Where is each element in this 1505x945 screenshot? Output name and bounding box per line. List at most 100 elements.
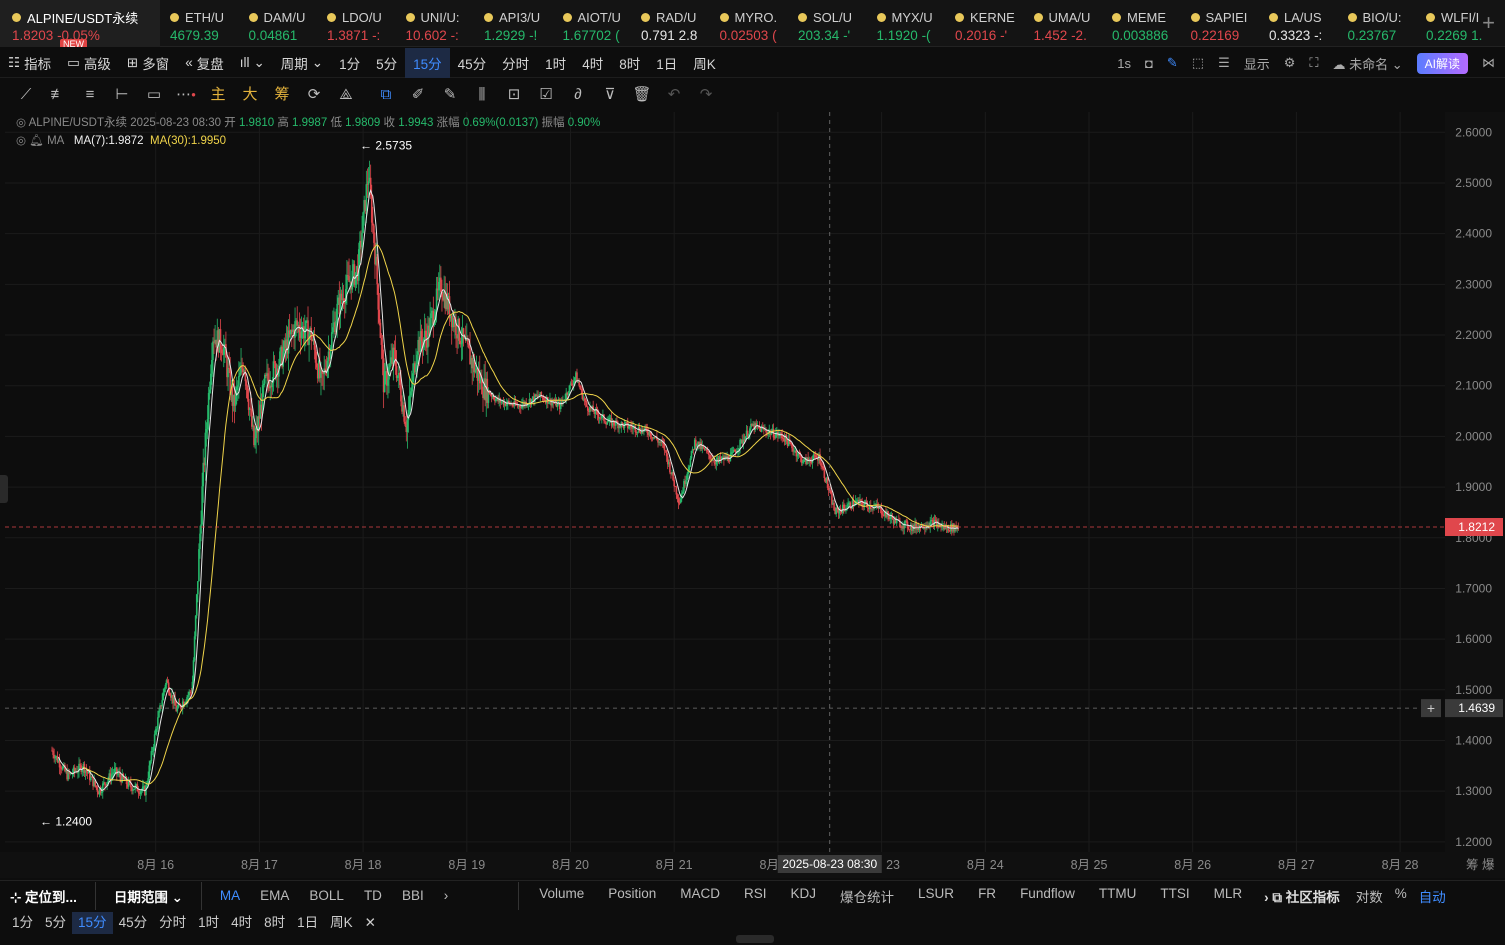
auto-scale[interactable]: 自动 — [1413, 886, 1452, 906]
menu-icon[interactable]: ☰ — [1218, 55, 1230, 71]
interval-tab[interactable]: 8时 — [611, 48, 648, 78]
display-button[interactable]: 显示 — [1244, 54, 1270, 73]
collapse-handle[interactable] — [736, 935, 774, 943]
price-chart[interactable]: 2.6000 2.5000 2.4000 2.3000 2.2000 2.1000 2.00… — [0, 112, 1505, 878]
refresh-rate[interactable]: 1s — [1117, 56, 1131, 71]
replay-button[interactable]: «复盘 — [177, 48, 232, 78]
parallel-lines-icon[interactable]: ≢ — [42, 80, 74, 110]
layout-button[interactable]: ☁ 未命名 ⌄ — [1333, 54, 1403, 73]
fullscreen-icon[interactable]: ⛶ — [1309, 55, 1318, 71]
ticker-item[interactable]: LA/US 0.3323 -: — [1259, 0, 1338, 47]
bottom-interval-tab[interactable]: 5分 — [39, 912, 72, 934]
ticker-item[interactable]: UMA/U 1.452 -2. — [1024, 0, 1103, 47]
settings-icon[interactable]: ⚙ — [1284, 55, 1296, 71]
sub-indicator-tab[interactable]: KDJ — [779, 886, 829, 906]
chart-type-button[interactable]: ıll ⌄ — [232, 48, 273, 78]
ticker-item[interactable]: SOL/U 203.34 -' — [788, 0, 867, 47]
ticker-item[interactable]: ALPINE/USDT永续 1.8203 -0.05% NEW — [0, 0, 160, 47]
eye-icon[interactable]: ◎ — [16, 117, 26, 129]
ticker-item[interactable]: DAM/U 0.04861 — [239, 0, 318, 47]
add-ticker-icon[interactable]: + — [1482, 10, 1495, 36]
ticker-item[interactable]: BIO/U: 0.23767 — [1338, 0, 1417, 47]
measure-icon[interactable]: ⟁ — [330, 80, 362, 110]
date-range-button[interactable]: 日期范围 ⌄ — [104, 886, 193, 906]
trend-line-icon[interactable]: ⟋ — [10, 80, 42, 110]
collapse-handle-left[interactable] — [0, 475, 8, 503]
ticker-item[interactable]: LDO/U 1.3871 -: — [317, 0, 396, 47]
main-indicator-tab[interactable]: BOLL — [299, 888, 354, 903]
share-nodes-icon[interactable]: ⋈ — [1482, 55, 1495, 71]
bottom-interval-tab[interactable]: 1分 — [6, 912, 39, 934]
bell-icon[interactable]: 🔔︎ — [29, 135, 44, 147]
ticker-item[interactable]: AIOT/U 1.67702 ( — [553, 0, 632, 47]
bottom-interval-tab[interactable]: 15分 — [72, 912, 113, 934]
ticker-item[interactable]: SAPIEI 0.22169 — [1181, 0, 1260, 47]
period-button[interactable]: 周期 ⌄ — [273, 48, 331, 78]
horizontal-lines-icon[interactable]: ≡ — [74, 80, 106, 110]
bottom-interval-tab[interactable]: 4时 — [225, 912, 258, 934]
brush-icon[interactable]: ✎ — [434, 80, 466, 110]
interval-tab[interactable]: 45分 — [450, 48, 495, 78]
ai-button[interactable]: AI解读 — [1416, 52, 1468, 74]
sub-indicator-tab[interactable]: 爆仓统计 — [828, 886, 906, 906]
sub-indicator-tab[interactable]: MACD — [668, 886, 732, 906]
more-icon[interactable]: ⋯● — [170, 80, 202, 110]
trash-icon[interactable]: 🗑 — [626, 80, 658, 110]
sub-indicator-tab[interactable]: FR — [966, 886, 1008, 906]
ticker-item[interactable]: KERNE 0.2016 -' — [945, 0, 1024, 47]
ticker-item[interactable]: UNI/U: 10.602 -: — [396, 0, 475, 47]
scale-option[interactable]: % — [1389, 886, 1413, 906]
sub-indicator-tab[interactable]: Position — [596, 886, 668, 906]
rectangle-icon[interactable]: ▭ — [138, 80, 170, 110]
ruler-icon[interactable]: ✐ — [402, 80, 434, 110]
main-button[interactable]: 主 — [202, 80, 234, 110]
interval-tab[interactable]: 1分 — [331, 48, 368, 78]
ticker-item[interactable]: MEME 0.003886 — [1102, 0, 1181, 47]
camera-icon[interactable]: ◘ — [1145, 56, 1153, 71]
bottom-interval-tab[interactable]: 分时 — [153, 912, 192, 934]
bottom-interval-tab[interactable]: 1日 — [291, 912, 324, 934]
sub-indicator-tab[interactable]: Volume — [527, 886, 596, 906]
ticker-item[interactable]: MYRO. 0.02503 ( — [710, 0, 789, 47]
advanced-button[interactable]: ▭ 高级 — [59, 48, 119, 78]
bottom-interval-tab[interactable]: 周K — [324, 912, 359, 934]
main-indicator-tab[interactable]: TD — [354, 888, 392, 903]
candles-icon[interactable]: ⫼ — [466, 80, 498, 110]
sub-indicator-tab[interactable]: LSUR — [906, 886, 966, 906]
magnet-icon[interactable]: ∂ — [562, 80, 594, 110]
ticker-item[interactable]: MYX/U 1.1920 -( — [867, 0, 946, 47]
interval-tab[interactable]: 周K — [685, 48, 724, 78]
lock-icon[interactable]: ⊡ — [498, 80, 530, 110]
sub-indicator-tab[interactable]: MLR — [1202, 886, 1255, 906]
sub-indicator-tab[interactable]: Fundflow — [1008, 886, 1087, 906]
share-icon[interactable]: ⬚ — [1192, 55, 1204, 71]
bottom-interval-tab[interactable]: 8时 — [258, 912, 291, 934]
ticker-item[interactable]: ETH/U 4679.39 — [160, 0, 239, 47]
sub-indicator-tab[interactable]: TTMU — [1087, 886, 1149, 906]
ticker-item[interactable]: RAD/U 0.791 2.8 — [631, 0, 710, 47]
pencil-icon[interactable]: ✎ — [1167, 55, 1178, 71]
main-indicator-tab[interactable]: MA — [210, 888, 250, 903]
redo-icon[interactable]: ↷ — [690, 80, 722, 110]
bottom-interval-tab[interactable]: 45分 — [113, 912, 154, 934]
community-indicators[interactable]: › ⧉ 社区指标 — [1254, 886, 1350, 906]
undo-icon[interactable]: ↶ — [658, 80, 690, 110]
big-button[interactable]: 大 — [234, 80, 266, 110]
filter-icon[interactable]: ⊽ — [594, 80, 626, 110]
chevron-right-icon[interactable]: › — [434, 888, 459, 903]
locate-button[interactable]: ⊹ 定位到... — [0, 886, 87, 906]
interval-tab[interactable]: 4时 — [574, 48, 611, 78]
sub-indicator-tab[interactable]: TTSI — [1148, 886, 1201, 906]
interval-tab[interactable]: 1日 — [648, 48, 685, 78]
main-indicator-tab[interactable]: BBI — [392, 888, 434, 903]
close-icon[interactable]: ✕ — [359, 912, 382, 934]
horizontal-ray-icon[interactable]: ⊢ — [106, 80, 138, 110]
scale-option[interactable]: 对数 — [1350, 886, 1389, 906]
interval-tab[interactable]: 1时 — [537, 48, 574, 78]
sync-icon[interactable]: ⟳ — [298, 80, 330, 110]
multi-window-button[interactable]: ⊞ 多窗 — [119, 48, 177, 78]
eye-icon[interactable]: ◎ — [16, 135, 26, 147]
main-indicator-tab[interactable]: EMA — [250, 888, 299, 903]
ticker-item[interactable]: API3/U 1.2929 -! — [474, 0, 553, 47]
interval-tab[interactable]: 15分 — [405, 47, 450, 78]
